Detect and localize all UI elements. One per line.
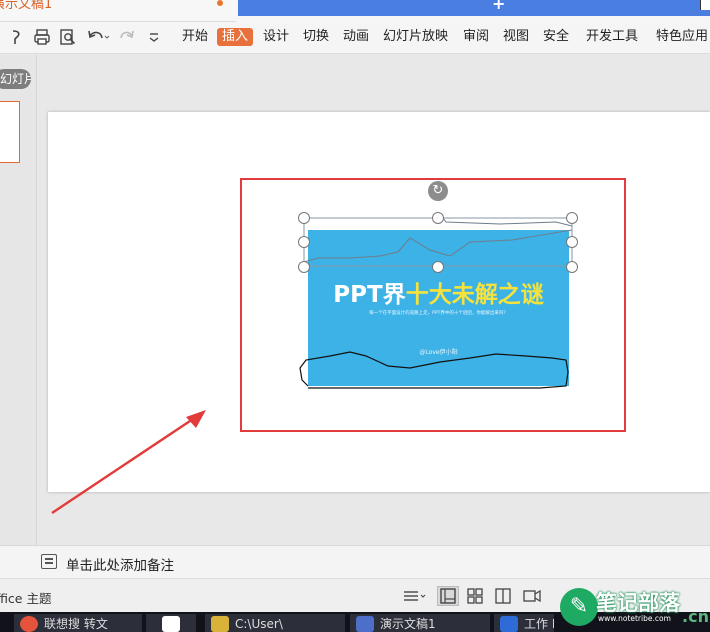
slideshow-icon[interactable]	[521, 586, 543, 606]
menu-design[interactable]: 设计	[263, 29, 289, 45]
unsaved-dot-icon	[217, 0, 223, 6]
taskbar-item[interactable]	[146, 614, 196, 632]
slides-tab[interactable]: 幻灯片	[0, 69, 31, 89]
window-control-icon[interactable]	[700, 0, 710, 10]
taskbar-item-label: 工作 PP	[524, 617, 554, 631]
tab-strip: +	[238, 0, 710, 16]
slides-panel: 幻灯片	[0, 55, 36, 545]
inserted-picture[interactable]: PPT界十大未解之谜 每一个在平面设计的道路上走，PPT界中的十个谜团，你能解出…	[308, 230, 569, 386]
taskbar-item-label: 演示文稿1	[380, 617, 436, 631]
notes-bar: 单击此处添加备注	[0, 545, 710, 578]
resize-handle[interactable]	[432, 261, 444, 273]
work-app-icon	[500, 616, 518, 632]
slide-thumbnail[interactable]	[0, 101, 20, 163]
document-tab-title: 演示文稿1	[0, 0, 53, 12]
watermark-name: 笔记部落	[596, 591, 680, 615]
taskbar-item-label: C:\User\	[235, 617, 283, 631]
menu-special-apps[interactable]: 特色应用	[656, 29, 708, 45]
menu-animations[interactable]: 动画	[343, 29, 369, 45]
resize-handle[interactable]	[298, 261, 310, 273]
undo-icon[interactable]	[86, 28, 112, 46]
taskbar-item[interactable]: 联想搜 转文	[14, 614, 142, 632]
resize-handle[interactable]	[432, 212, 444, 224]
presentation-app-icon	[356, 616, 374, 632]
taskbar-item[interactable]: 工作 PP	[494, 614, 554, 632]
resize-handle[interactable]	[298, 212, 310, 224]
normal-view-icon[interactable]	[437, 586, 459, 606]
watermark: ✎ 笔记部落 www.notetribe.com .cn	[552, 585, 710, 632]
resize-handle[interactable]	[566, 212, 578, 224]
menu-review[interactable]: 审阅	[463, 29, 489, 45]
picture-title-part1: PPT界	[333, 282, 406, 308]
menu-view[interactable]: 视图	[503, 29, 529, 45]
rotate-handle-icon[interactable]: ↻	[428, 181, 448, 201]
ribbon-menu-bar: 开始 插入 设计 切换 动画 幻灯片放映 审阅 视图 安全 开发工具 特色应用	[0, 22, 710, 54]
paint-format-icon[interactable]	[9, 28, 25, 46]
taskbar-item[interactable]: 演示文稿1	[350, 614, 490, 632]
resize-handle[interactable]	[566, 261, 578, 273]
taskbar-item-label: 联想搜 转文	[44, 617, 108, 631]
resize-handle[interactable]	[566, 236, 578, 248]
theme-label-text: Office 主题	[0, 591, 52, 606]
picture-title: PPT界十大未解之谜	[308, 275, 569, 309]
menu-home[interactable]: 开始	[182, 29, 208, 45]
browser-app-icon	[20, 616, 38, 632]
watermark-url: www.notetribe.com	[598, 614, 671, 623]
menu-slideshow[interactable]: 幻灯片放映	[383, 29, 448, 45]
notes-placeholder[interactable]: 单击此处添加备注	[66, 554, 174, 574]
title-bar: 演示文稿1 +	[0, 0, 710, 22]
new-tab-icon[interactable]: +	[492, 0, 505, 13]
slide-sorter-icon[interactable]	[465, 586, 485, 606]
document-tab[interactable]: 演示文稿1	[0, 0, 236, 22]
folder-icon	[211, 616, 229, 632]
print-icon[interactable]	[33, 28, 51, 46]
menu-developer[interactable]: 开发工具	[586, 29, 638, 45]
menu-insert[interactable]: 插入	[217, 28, 254, 46]
picture-author: @Love伊小阳	[419, 349, 458, 356]
picture-title-part2: 十大未解之谜	[405, 282, 544, 308]
print-preview-icon[interactable]	[59, 28, 77, 46]
menu-transitions[interactable]: 切换	[303, 29, 329, 45]
picture-subtitle: 每一个在平面设计的道路上走，PPT界中的十个谜团，你能解出来吗？	[369, 311, 508, 316]
menu-security[interactable]: 安全	[543, 29, 569, 45]
app-icon	[162, 616, 180, 632]
wps-presentation-window: 演示文稿1 + 开始 插入 设计 切换 动画 幻灯片放映	[0, 0, 710, 632]
pen-logo-icon: ✎	[560, 588, 598, 626]
notes-toggle-icon[interactable]	[402, 586, 428, 606]
watermark-suffix: .cn	[682, 607, 709, 626]
redo-icon[interactable]	[119, 28, 135, 46]
taskbar-item[interactable]: C:\User\	[205, 614, 345, 632]
reading-view-icon[interactable]	[493, 586, 513, 606]
customize-icon[interactable]	[147, 28, 161, 46]
resize-handle[interactable]	[298, 236, 310, 248]
theme-label: Office 主题	[0, 588, 67, 607]
notes-icon	[41, 554, 57, 569]
